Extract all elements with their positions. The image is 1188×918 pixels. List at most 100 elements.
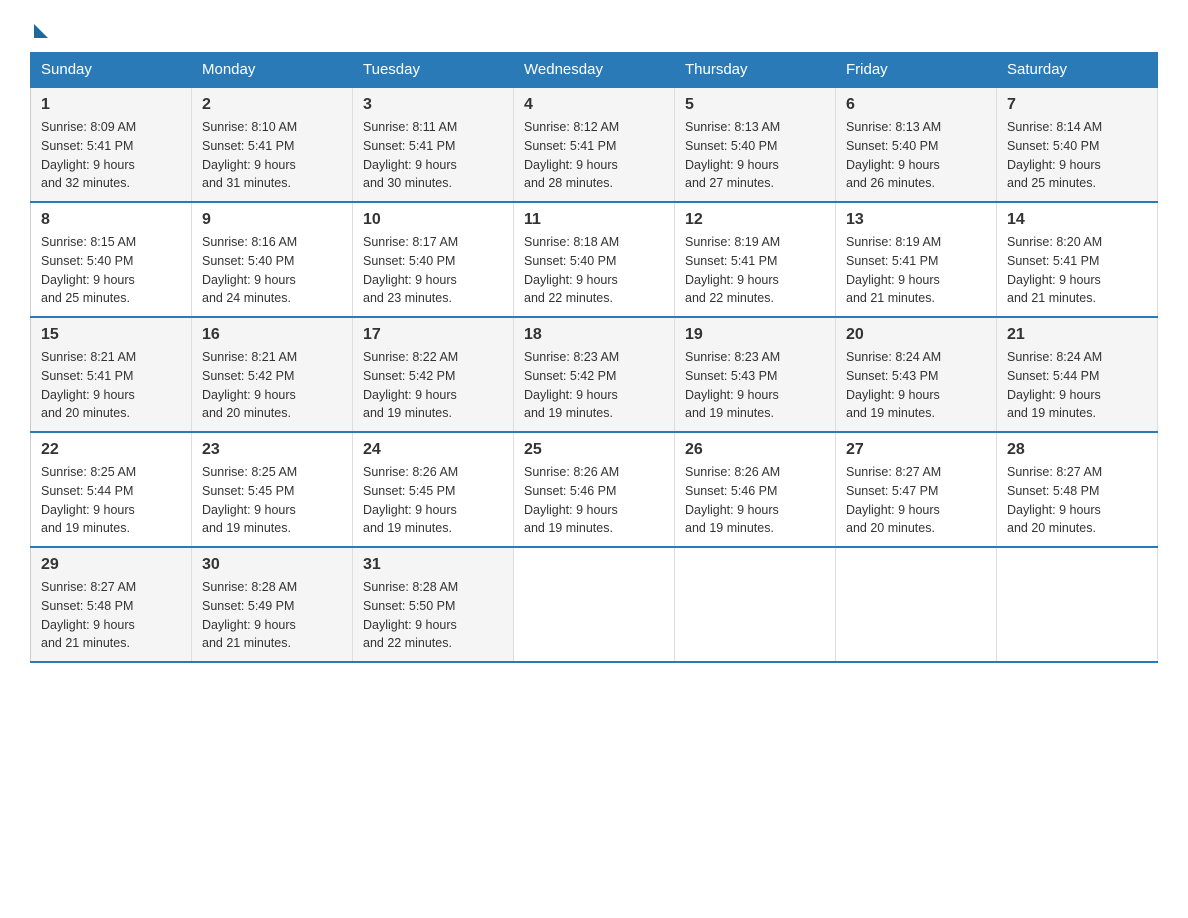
calendar-day-cell: 19 Sunrise: 8:23 AMSunset: 5:43 PMDaylig… <box>675 317 836 432</box>
day-info: Sunrise: 8:12 AMSunset: 5:41 PMDaylight:… <box>524 120 619 190</box>
calendar-day-cell: 14 Sunrise: 8:20 AMSunset: 5:41 PMDaylig… <box>997 202 1158 317</box>
day-number: 18 <box>524 326 664 344</box>
calendar-week-row: 29 Sunrise: 8:27 AMSunset: 5:48 PMDaylig… <box>31 547 1158 662</box>
day-info: Sunrise: 8:23 AMSunset: 5:42 PMDaylight:… <box>524 350 619 420</box>
day-number: 19 <box>685 326 825 344</box>
day-info: Sunrise: 8:10 AMSunset: 5:41 PMDaylight:… <box>202 120 297 190</box>
calendar-day-cell: 16 Sunrise: 8:21 AMSunset: 5:42 PMDaylig… <box>192 317 353 432</box>
day-info: Sunrise: 8:26 AMSunset: 5:46 PMDaylight:… <box>524 465 619 535</box>
calendar-day-cell: 13 Sunrise: 8:19 AMSunset: 5:41 PMDaylig… <box>836 202 997 317</box>
day-number: 8 <box>41 211 181 229</box>
day-info: Sunrise: 8:27 AMSunset: 5:48 PMDaylight:… <box>41 580 136 650</box>
calendar-day-cell: 7 Sunrise: 8:14 AMSunset: 5:40 PMDayligh… <box>997 87 1158 202</box>
day-info: Sunrise: 8:28 AMSunset: 5:49 PMDaylight:… <box>202 580 297 650</box>
day-number: 2 <box>202 96 342 114</box>
calendar-day-cell: 27 Sunrise: 8:27 AMSunset: 5:47 PMDaylig… <box>836 432 997 547</box>
day-number: 16 <box>202 326 342 344</box>
header-tuesday: Tuesday <box>353 53 514 88</box>
day-info: Sunrise: 8:14 AMSunset: 5:40 PMDaylight:… <box>1007 120 1102 190</box>
calendar-day-cell: 6 Sunrise: 8:13 AMSunset: 5:40 PMDayligh… <box>836 87 997 202</box>
calendar-day-cell: 3 Sunrise: 8:11 AMSunset: 5:41 PMDayligh… <box>353 87 514 202</box>
calendar-day-cell: 1 Sunrise: 8:09 AMSunset: 5:41 PMDayligh… <box>31 87 192 202</box>
calendar-day-cell: 4 Sunrise: 8:12 AMSunset: 5:41 PMDayligh… <box>514 87 675 202</box>
calendar-day-cell: 18 Sunrise: 8:23 AMSunset: 5:42 PMDaylig… <box>514 317 675 432</box>
header-thursday: Thursday <box>675 53 836 88</box>
day-info: Sunrise: 8:23 AMSunset: 5:43 PMDaylight:… <box>685 350 780 420</box>
day-info: Sunrise: 8:25 AMSunset: 5:45 PMDaylight:… <box>202 465 297 535</box>
day-info: Sunrise: 8:21 AMSunset: 5:41 PMDaylight:… <box>41 350 136 420</box>
logo-arrow-icon <box>34 24 48 38</box>
calendar-day-cell: 2 Sunrise: 8:10 AMSunset: 5:41 PMDayligh… <box>192 87 353 202</box>
header-wednesday: Wednesday <box>514 53 675 88</box>
day-number: 27 <box>846 441 986 459</box>
day-info: Sunrise: 8:20 AMSunset: 5:41 PMDaylight:… <box>1007 235 1102 305</box>
calendar-day-cell <box>997 547 1158 662</box>
calendar-day-cell: 5 Sunrise: 8:13 AMSunset: 5:40 PMDayligh… <box>675 87 836 202</box>
calendar-day-cell: 10 Sunrise: 8:17 AMSunset: 5:40 PMDaylig… <box>353 202 514 317</box>
day-info: Sunrise: 8:24 AMSunset: 5:44 PMDaylight:… <box>1007 350 1102 420</box>
header-saturday: Saturday <box>997 53 1158 88</box>
calendar-day-cell <box>836 547 997 662</box>
calendar-day-cell: 26 Sunrise: 8:26 AMSunset: 5:46 PMDaylig… <box>675 432 836 547</box>
logo <box>30 20 48 32</box>
day-info: Sunrise: 8:13 AMSunset: 5:40 PMDaylight:… <box>685 120 780 190</box>
day-number: 23 <box>202 441 342 459</box>
calendar-day-cell: 8 Sunrise: 8:15 AMSunset: 5:40 PMDayligh… <box>31 202 192 317</box>
day-info: Sunrise: 8:27 AMSunset: 5:47 PMDaylight:… <box>846 465 941 535</box>
day-number: 25 <box>524 441 664 459</box>
day-number: 9 <box>202 211 342 229</box>
calendar-day-cell: 30 Sunrise: 8:28 AMSunset: 5:49 PMDaylig… <box>192 547 353 662</box>
day-info: Sunrise: 8:24 AMSunset: 5:43 PMDaylight:… <box>846 350 941 420</box>
day-number: 29 <box>41 556 181 574</box>
day-number: 1 <box>41 96 181 114</box>
day-number: 20 <box>846 326 986 344</box>
calendar-day-cell: 29 Sunrise: 8:27 AMSunset: 5:48 PMDaylig… <box>31 547 192 662</box>
day-number: 28 <box>1007 441 1147 459</box>
day-number: 11 <box>524 211 664 229</box>
day-number: 5 <box>685 96 825 114</box>
day-info: Sunrise: 8:17 AMSunset: 5:40 PMDaylight:… <box>363 235 458 305</box>
calendar-day-cell: 11 Sunrise: 8:18 AMSunset: 5:40 PMDaylig… <box>514 202 675 317</box>
calendar-table: SundayMondayTuesdayWednesdayThursdayFrid… <box>30 52 1158 663</box>
day-number: 6 <box>846 96 986 114</box>
calendar-day-cell: 22 Sunrise: 8:25 AMSunset: 5:44 PMDaylig… <box>31 432 192 547</box>
calendar-week-row: 22 Sunrise: 8:25 AMSunset: 5:44 PMDaylig… <box>31 432 1158 547</box>
day-info: Sunrise: 8:09 AMSunset: 5:41 PMDaylight:… <box>41 120 136 190</box>
day-info: Sunrise: 8:15 AMSunset: 5:40 PMDaylight:… <box>41 235 136 305</box>
day-info: Sunrise: 8:27 AMSunset: 5:48 PMDaylight:… <box>1007 465 1102 535</box>
calendar-day-cell: 9 Sunrise: 8:16 AMSunset: 5:40 PMDayligh… <box>192 202 353 317</box>
day-number: 30 <box>202 556 342 574</box>
day-info: Sunrise: 8:26 AMSunset: 5:46 PMDaylight:… <box>685 465 780 535</box>
day-number: 12 <box>685 211 825 229</box>
day-info: Sunrise: 8:22 AMSunset: 5:42 PMDaylight:… <box>363 350 458 420</box>
calendar-day-cell: 21 Sunrise: 8:24 AMSunset: 5:44 PMDaylig… <box>997 317 1158 432</box>
day-number: 3 <box>363 96 503 114</box>
calendar-week-row: 8 Sunrise: 8:15 AMSunset: 5:40 PMDayligh… <box>31 202 1158 317</box>
day-info: Sunrise: 8:18 AMSunset: 5:40 PMDaylight:… <box>524 235 619 305</box>
day-number: 21 <box>1007 326 1147 344</box>
calendar-day-cell: 15 Sunrise: 8:21 AMSunset: 5:41 PMDaylig… <box>31 317 192 432</box>
day-header-row: SundayMondayTuesdayWednesdayThursdayFrid… <box>31 53 1158 88</box>
calendar-day-cell: 23 Sunrise: 8:25 AMSunset: 5:45 PMDaylig… <box>192 432 353 547</box>
day-info: Sunrise: 8:13 AMSunset: 5:40 PMDaylight:… <box>846 120 941 190</box>
day-info: Sunrise: 8:11 AMSunset: 5:41 PMDaylight:… <box>363 120 457 190</box>
day-number: 22 <box>41 441 181 459</box>
day-info: Sunrise: 8:26 AMSunset: 5:45 PMDaylight:… <box>363 465 458 535</box>
calendar-day-cell <box>675 547 836 662</box>
day-number: 24 <box>363 441 503 459</box>
calendar-header: SundayMondayTuesdayWednesdayThursdayFrid… <box>31 53 1158 88</box>
header-monday: Monday <box>192 53 353 88</box>
page-header <box>30 20 1158 32</box>
day-number: 13 <box>846 211 986 229</box>
day-number: 31 <box>363 556 503 574</box>
day-number: 17 <box>363 326 503 344</box>
header-friday: Friday <box>836 53 997 88</box>
day-info: Sunrise: 8:21 AMSunset: 5:42 PMDaylight:… <box>202 350 297 420</box>
calendar-body: 1 Sunrise: 8:09 AMSunset: 5:41 PMDayligh… <box>31 87 1158 662</box>
calendar-day-cell: 28 Sunrise: 8:27 AMSunset: 5:48 PMDaylig… <box>997 432 1158 547</box>
day-info: Sunrise: 8:19 AMSunset: 5:41 PMDaylight:… <box>685 235 780 305</box>
day-info: Sunrise: 8:19 AMSunset: 5:41 PMDaylight:… <box>846 235 941 305</box>
day-info: Sunrise: 8:16 AMSunset: 5:40 PMDaylight:… <box>202 235 297 305</box>
calendar-day-cell <box>514 547 675 662</box>
day-info: Sunrise: 8:25 AMSunset: 5:44 PMDaylight:… <box>41 465 136 535</box>
